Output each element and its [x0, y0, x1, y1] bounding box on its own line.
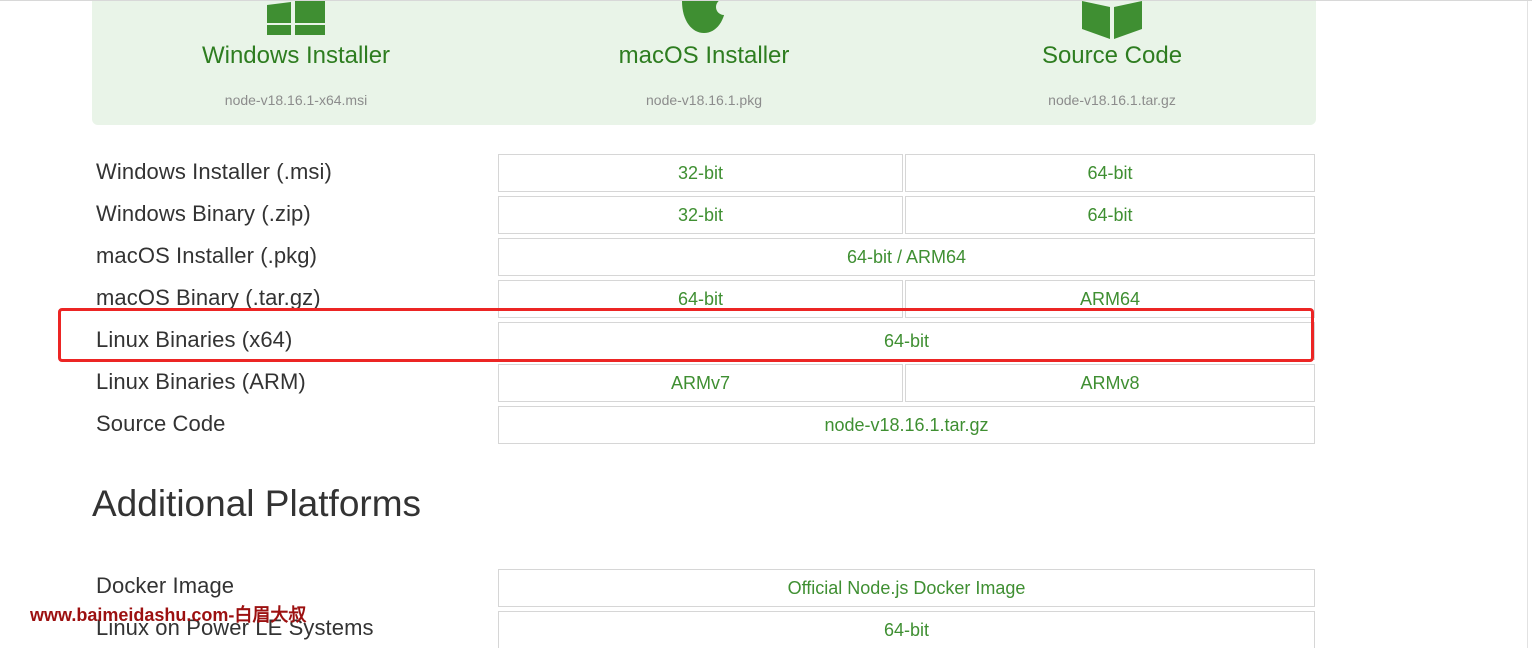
docker-image-link[interactable]: Official Node.js Docker Image	[498, 569, 1315, 607]
row-label-windows-installer: Windows Installer (.msi)	[96, 159, 332, 184]
hero-title-macos: macOS Installer	[618, 42, 790, 69]
linux-x64-64bit-link[interactable]: 64-bit	[498, 322, 1315, 360]
section-title-additional-platforms: Additional Platforms	[92, 483, 422, 524]
windows-installer-download[interactable]: Windows Installer node-v18.16.1-x64.msi	[92, 1, 500, 125]
row-label-docker-image: Docker Image	[96, 573, 235, 598]
row-label-linux-arm: Linux Binaries (ARM)	[96, 369, 306, 394]
macos-binary-64bit-link[interactable]: 64-bit	[498, 280, 903, 318]
windows-binary-32bit-link[interactable]: 32-bit	[498, 196, 903, 234]
windows-installer-32bit-link[interactable]: 32-bit	[498, 154, 903, 192]
download-hero: Windows Installer node-v18.16.1-x64.msi …	[92, 1, 1316, 125]
windows-binary-64bit-link[interactable]: 64-bit	[905, 196, 1315, 234]
row-label-linux-x64: Linux Binaries (x64)	[96, 327, 293, 352]
linux-armv8-link[interactable]: ARMv8	[905, 364, 1315, 402]
macos-binary-arm64-link[interactable]: ARM64	[905, 280, 1315, 318]
power-le-64bit-link[interactable]: 64-bit	[498, 611, 1315, 648]
windows-installer-64bit-link[interactable]: 64-bit	[905, 154, 1315, 192]
hero-file-source: node-v18.16.1.tar.gz	[1048, 92, 1176, 108]
row-label-macos-binary: macOS Binary (.tar.gz)	[96, 285, 321, 310]
row-label-windows-binary: Windows Binary (.zip)	[96, 201, 311, 226]
hero-title-windows: Windows Installer	[201, 42, 391, 69]
row-label-macos-installer: macOS Installer (.pkg)	[96, 243, 318, 268]
windows-icon	[265, 1, 327, 40]
downloads-page: Windows Installer node-v18.16.1-x64.msi …	[0, 0, 1532, 648]
source-code-tarball-link[interactable]: node-v18.16.1.tar.gz	[498, 406, 1315, 444]
scrollbar-edge	[1527, 1, 1528, 648]
box-icon	[1080, 1, 1144, 44]
hero-file-windows: node-v18.16.1-x64.msi	[224, 92, 368, 108]
macos-installer-link[interactable]: 64-bit / ARM64	[498, 238, 1315, 276]
source-code-download[interactable]: Source Code node-v18.16.1.tar.gz	[908, 1, 1316, 125]
hero-title-source: Source Code	[1041, 42, 1183, 69]
macos-installer-download[interactable]: macOS Installer node-v18.16.1.pkg	[500, 1, 908, 125]
apple-icon	[678, 1, 732, 40]
linux-armv7-link[interactable]: ARMv7	[498, 364, 903, 402]
hero-file-macos: node-v18.16.1.pkg	[646, 92, 762, 108]
watermark-text: www.baimeidashu.com-白眉大叔	[30, 605, 307, 625]
row-label-source-code: Source Code	[96, 411, 226, 436]
